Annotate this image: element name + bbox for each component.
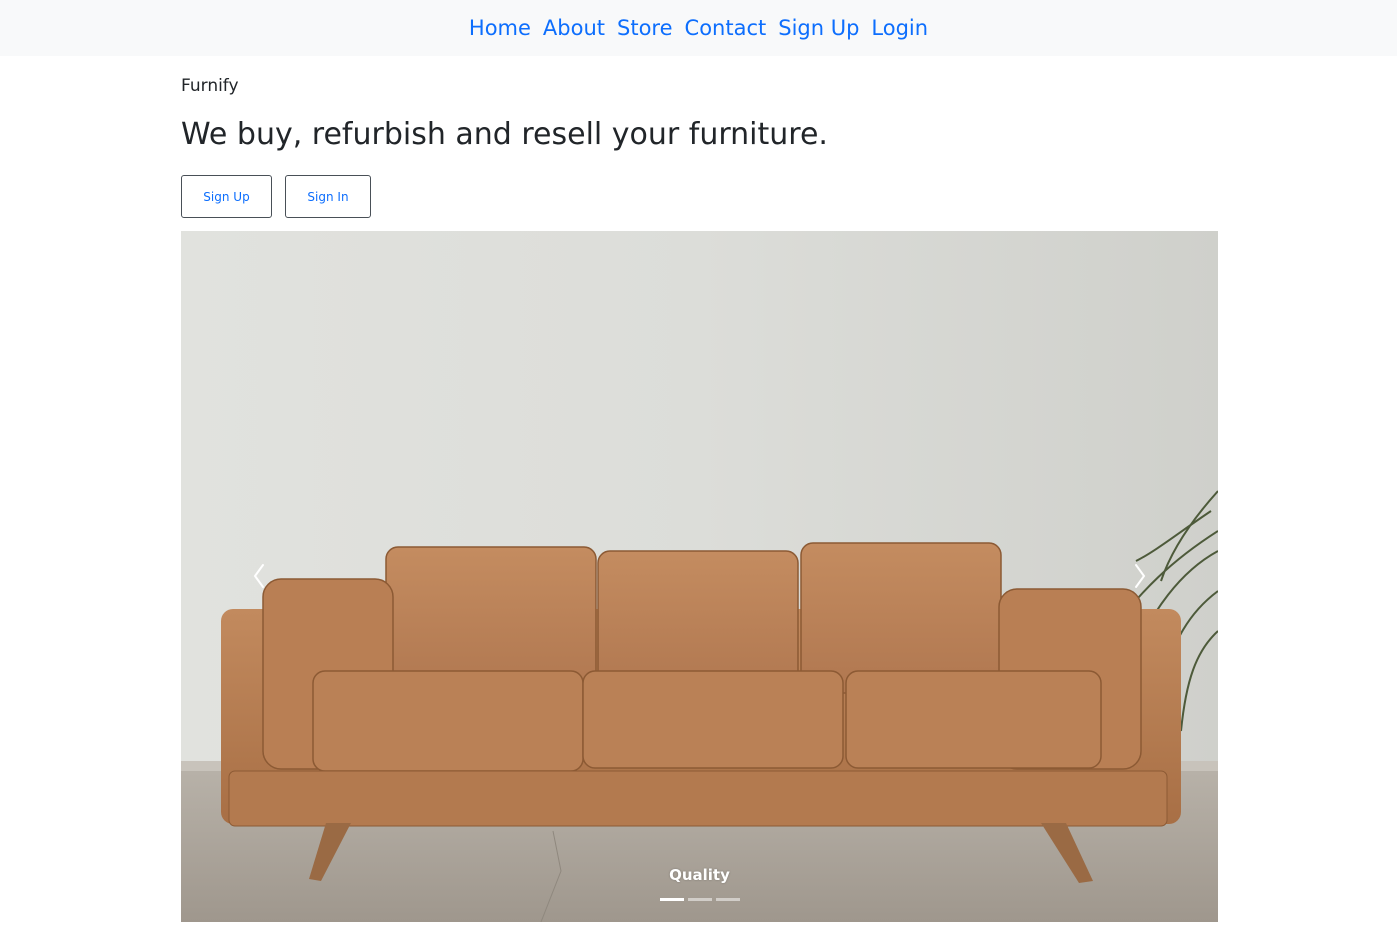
brand-name: Furnify bbox=[181, 76, 239, 96]
carousel-indicator-1[interactable] bbox=[659, 898, 684, 901]
carousel-indicators bbox=[181, 898, 1218, 901]
sign-up-button[interactable]: Sign Up bbox=[181, 175, 272, 218]
hero-button-group: Sign Up Sign In bbox=[181, 175, 371, 218]
carousel-indicator-2[interactable] bbox=[687, 898, 712, 901]
sofa-image bbox=[181, 231, 1218, 922]
nav-store-link[interactable]: Store bbox=[611, 0, 679, 56]
image-carousel: Quality bbox=[181, 231, 1218, 922]
nav-login-link[interactable]: Login bbox=[865, 0, 934, 56]
chevron-right-icon bbox=[1135, 564, 1146, 588]
carousel-indicator-3[interactable] bbox=[715, 898, 740, 901]
chevron-left-icon bbox=[253, 564, 264, 588]
sign-in-button[interactable]: Sign In bbox=[285, 175, 371, 218]
page-headline: We buy, refurbish and resell your furnit… bbox=[181, 117, 828, 152]
nav-about-link[interactable]: About bbox=[537, 0, 611, 56]
carousel-next-button[interactable] bbox=[1120, 531, 1160, 621]
carousel-caption: Quality bbox=[669, 866, 730, 884]
nav-home-link[interactable]: Home bbox=[463, 0, 537, 56]
nav-contact-link[interactable]: Contact bbox=[679, 0, 773, 56]
nav-signup-link[interactable]: Sign Up bbox=[772, 0, 865, 56]
top-navbar: Home About Store Contact Sign Up Login bbox=[0, 0, 1397, 56]
carousel-prev-button[interactable] bbox=[239, 531, 279, 621]
